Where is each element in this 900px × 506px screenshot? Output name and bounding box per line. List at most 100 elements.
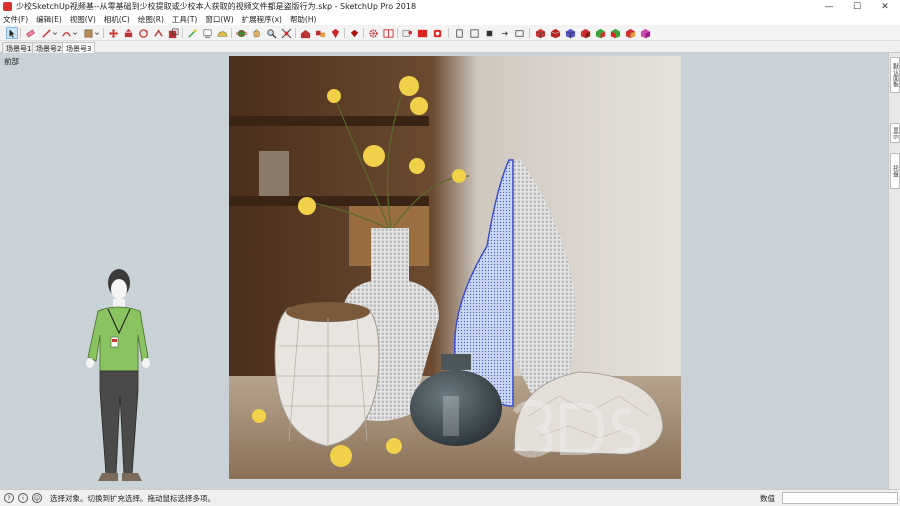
reference-photo-image[interactable] [229,56,681,479]
protractor-icon [217,30,227,37]
style-wireframe-button[interactable] [549,27,561,39]
style-textured-icon [595,28,605,38]
follow-me-icon [153,28,163,37]
menu-help[interactable]: 帮助(H) [290,14,317,25]
protractor-tool-button[interactable] [216,27,228,39]
scene-tab-bar: 场景号1 场景号2 场景号3 [0,41,900,53]
scene-tab-1[interactable]: 场景号1 [2,42,36,53]
scale-figure-person[interactable] [78,263,168,485]
style-hidden-button[interactable] [564,27,576,39]
menu-file[interactable]: 文件(F) [3,14,28,25]
red-box-button[interactable] [431,27,443,39]
help-icon[interactable]: ? [4,493,14,503]
sketchup-logo-icon [3,2,12,11]
top-view-icon [469,28,479,38]
style-hidden-icon [565,28,575,38]
zoom-extents-tool-button[interactable] [280,27,292,39]
rotate-icon [138,28,148,38]
components-button[interactable] [314,27,326,39]
right-view-icon [501,30,508,36]
select-tool-button[interactable] [6,27,18,39]
iso-view-button[interactable] [453,27,465,39]
section-button[interactable] [401,27,413,39]
tray-tab-default[interactable]: 默认面板 [890,57,900,93]
settings-button[interactable] [367,27,379,39]
paint-button[interactable] [416,27,428,39]
arc-dropdown-button[interactable] [72,27,78,39]
scale-tool-button[interactable] [167,27,179,39]
window-title: 少校SketchUp视频基--从零基础到少校提取或少校本人获取的视频文件都是盗版… [16,2,417,11]
measurements-input[interactable] [782,492,898,504]
close-button[interactable]: ✕ [870,0,900,13]
warehouse-icon [300,29,310,38]
warehouse-button[interactable] [299,27,311,39]
style-xray-button[interactable] [534,27,546,39]
gear-icon [368,28,378,38]
style-mono-button[interactable] [609,27,621,39]
scene-tab-2[interactable]: 场景号2 [32,42,66,53]
scale-icon [168,28,178,38]
orbit-tool-button[interactable] [235,27,247,39]
style-color-button[interactable] [624,27,636,39]
style-textured-button[interactable] [594,27,606,39]
red-cube-icon [433,29,441,37]
info-icon[interactable]: i [18,493,28,503]
shape-icon [84,29,92,37]
zoom-tool-button[interactable] [265,27,277,39]
scene-tab-3[interactable]: 场景号3 [62,42,96,53]
model-viewport[interactable]: 前部 [0,53,888,489]
menu-window[interactable]: 窗口(W) [205,14,233,25]
back-view-icon [514,29,524,37]
menu-draw[interactable]: 绘图(R) [138,14,164,25]
status-bar: ? i ☺ 选择对象。切换到扩充选择。拖动鼠标选择多项。 数值 [0,489,900,506]
front-view-button[interactable] [483,27,495,39]
follow-me-tool-button[interactable] [152,27,164,39]
right-view-button[interactable] [498,27,510,39]
style-wireframe-icon [550,28,560,38]
arc-tool-button[interactable] [60,27,72,39]
menu-edit[interactable]: 编辑(E) [36,14,62,25]
menu-view[interactable]: 视图(V) [70,14,96,25]
line-tool-button[interactable] [40,27,52,39]
pan-icon [253,29,259,37]
minimize-button[interactable]: — [814,0,844,13]
style-pink-icon [640,28,650,38]
tray-tab-tray[interactable]: 托盘 [890,153,900,189]
outliner-button[interactable] [382,27,394,39]
shape-dropdown-button[interactable] [94,27,100,39]
push-pull-tool-button[interactable] [122,27,134,39]
rotate-tool-button[interactable] [137,27,149,39]
chevron-down-icon [72,31,78,35]
move-tool-button[interactable] [107,27,119,39]
menu-camera[interactable]: 相机(C) [104,14,130,25]
style-pink-button[interactable] [639,27,651,39]
ruby-icon [350,29,358,37]
style-color-icon [625,28,635,38]
style-button[interactable] [348,27,360,39]
orbit-icon [235,29,247,37]
status-message: 选择对象。切换到扩充选择。拖动鼠标选择多项。 [50,493,215,503]
top-view-button[interactable] [468,27,480,39]
eraser-tool-button[interactable] [24,27,36,39]
section-icon [402,29,412,37]
eraser-icon [25,29,35,37]
maximize-button[interactable]: ☐ [842,0,872,13]
tape-measure-tool-button[interactable] [186,27,198,39]
user-icon[interactable]: ☺ [32,493,42,503]
menu-bar: 文件(F) 编辑(E) 视图(V) 相机(C) 绘图(R) 工具(T) 窗口(W… [0,13,900,25]
menu-tools[interactable]: 工具(T) [172,14,197,25]
style-shaded-button[interactable] [579,27,591,39]
text-tool-button[interactable] [201,27,213,39]
zoom-icon [266,28,277,39]
pan-tool-button[interactable] [250,27,262,39]
line-dropdown-button[interactable] [52,27,58,39]
extension-button[interactable] [329,27,341,39]
menu-extensions[interactable]: 扩展程序(x) [242,14,282,25]
back-view-button[interactable] [513,27,525,39]
style-mono-icon [610,28,620,38]
tape-measure-icon [187,28,197,38]
shape-tool-button[interactable] [82,27,94,39]
chevron-down-icon [94,31,100,35]
style-xray-icon [535,28,545,38]
tray-tab-display[interactable]: 显示 [890,123,900,143]
